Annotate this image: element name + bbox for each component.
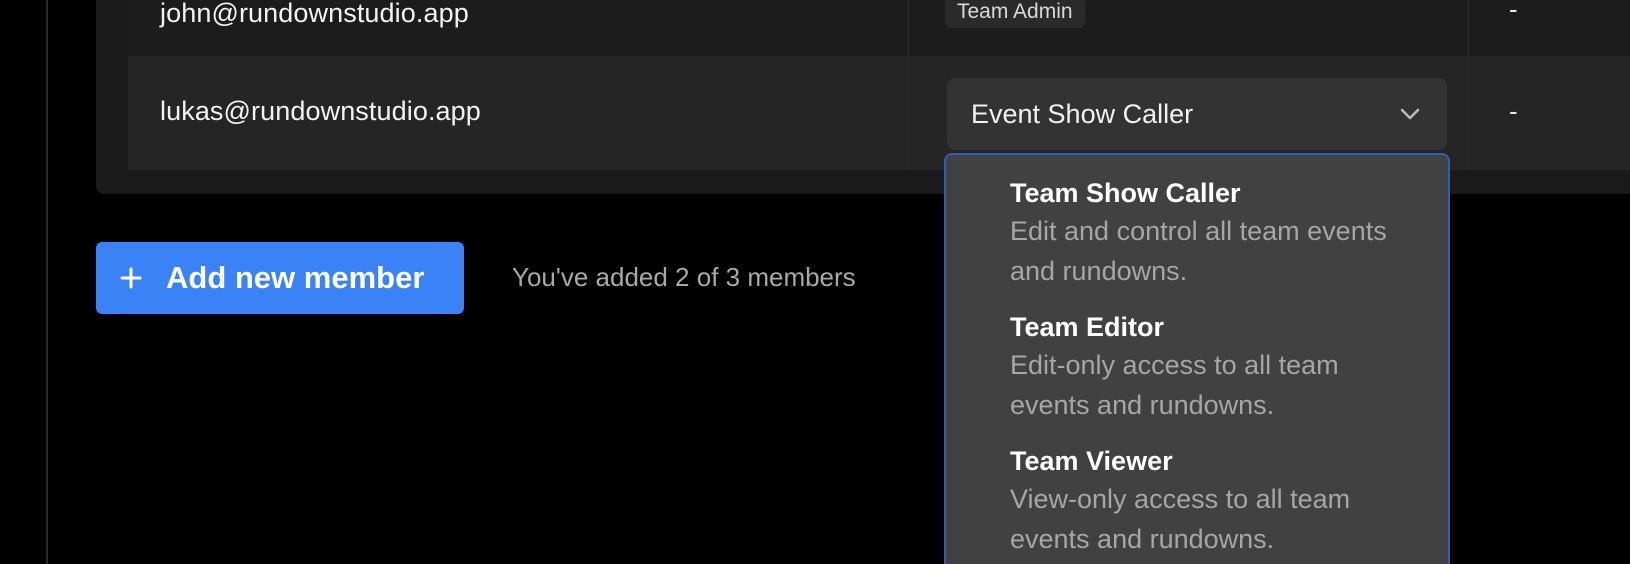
option-title: Team Show Caller — [1010, 178, 1241, 208]
sidebar-divider — [46, 0, 48, 564]
option-title: Team Viewer — [1010, 446, 1173, 476]
role-option-team-editor[interactable]: Team Editor Edit-only access to all team… — [946, 309, 1448, 443]
member-extra: - — [1509, 0, 1518, 24]
option-description: Edit-only access to all team events and … — [1010, 350, 1339, 420]
column-divider — [1468, 56, 1469, 170]
column-divider — [908, 56, 909, 170]
option-description: View-only access to all team events and … — [1010, 484, 1351, 554]
role-dropdown-menu: Team Show Caller Edit and control all te… — [944, 153, 1450, 564]
role-select-value: Event Show Caller — [971, 98, 1194, 129]
add-new-member-label: Add new member — [166, 260, 425, 295]
chevron-down-icon — [1399, 107, 1421, 121]
add-new-member-button[interactable]: Add new member — [96, 242, 464, 314]
member-email: john@rundownstudio.app — [160, 0, 469, 28]
option-description: Edit and control all team events and run… — [1010, 216, 1387, 286]
role-option-team-viewer[interactable]: Team Viewer View-only access to all team… — [946, 443, 1448, 564]
member-extra: - — [1509, 96, 1518, 126]
team-members-page: john@rundownstudio.app Team Admin - luka… — [0, 0, 1630, 564]
table-row: john@rundownstudio.app Team Admin - — [128, 0, 1630, 56]
role-badge: Team Admin — [945, 0, 1085, 28]
role-select[interactable]: Event Show Caller — [947, 78, 1447, 150]
column-divider — [1468, 0, 1469, 56]
member-count-text: You've added 2 of 3 members — [512, 262, 856, 292]
role-option-team-show-caller[interactable]: Team Show Caller Edit and control all te… — [946, 175, 1448, 309]
option-title: Team Editor — [1010, 312, 1165, 342]
member-email: lukas@rundownstudio.app — [160, 96, 481, 126]
column-divider — [908, 0, 909, 56]
plus-icon — [120, 267, 142, 289]
